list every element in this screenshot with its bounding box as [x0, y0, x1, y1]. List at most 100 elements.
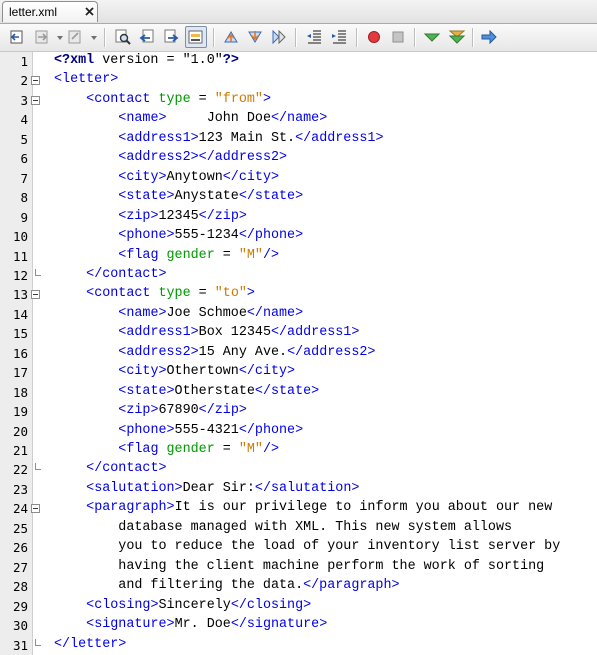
code-line[interactable]: 3 <contact type = "from"> [0, 91, 597, 110]
code-token-tag: <contact [86, 286, 159, 302]
code-token-tag: <salutation> [86, 480, 183, 496]
code-line[interactable]: 5 <address1>123 Main St.</address1> [0, 130, 597, 149]
code-token-kw: <?xml [54, 53, 95, 68]
code-line[interactable]: 4 <name> John Doe</name> [0, 110, 597, 129]
code-line[interactable]: 14 <name>Joe Schmoe</name> [0, 305, 597, 324]
find-icon[interactable] [112, 26, 134, 48]
code-line[interactable]: 13 <contact type = "to"> [0, 285, 597, 304]
code-line[interactable]: 12 </contact> [0, 266, 597, 285]
code-token-text: Sincerely [158, 597, 231, 613]
back-icon[interactable] [6, 26, 28, 48]
code-editor[interactable]: 1 <?xml version = "1.0"?> 2 <letter> 3 <cont… [0, 52, 597, 655]
code-token-tag: </address2> [287, 344, 376, 360]
code-line[interactable]: 20 <phone>555-4321</phone> [0, 422, 597, 441]
fold-toggle-icon[interactable] [31, 504, 40, 514]
code-line[interactable]: 15 <address1>Box 12345</address1> [0, 324, 597, 343]
toggle-bookmark-icon[interactable] [268, 26, 290, 48]
code-line[interactable]: 18 <state>Otherstate</state> [0, 383, 597, 402]
code-token-text: It is our privilege to inform you about … [174, 500, 553, 516]
code-text: database managed with XML. This new syst… [54, 520, 512, 535]
line-number: 6 [20, 151, 28, 167]
code-line[interactable]: 24 <paragraph>It is our privilege to inf… [0, 499, 597, 518]
code-text: <name>Joe Schmoe</name> [54, 306, 303, 321]
code-line[interactable]: 22 </contact> [0, 460, 597, 479]
xsl-transform-icon[interactable] [478, 26, 500, 48]
fold-toggle-icon[interactable] [31, 95, 40, 105]
code-line[interactable]: 21 <flag gender = "M"/> [0, 441, 597, 460]
last-edit-icon[interactable] [64, 26, 86, 48]
fold-toggle-icon[interactable] [31, 76, 40, 86]
code-token-val: "M" [238, 442, 263, 457]
line-number: 30 [12, 618, 28, 634]
code-text: and filtering the data.</paragraph> [54, 578, 399, 593]
validate-xml-icon[interactable] [446, 26, 468, 48]
code-line[interactable]: 31 </letter> [0, 636, 597, 655]
code-line[interactable]: 17 <city>Othertown</city> [0, 363, 597, 382]
fold-toggle-icon[interactable] [31, 290, 40, 300]
code-text: having the client machine perform the wo… [54, 559, 544, 574]
code-line[interactable]: 29 <closing>Sincerely</closing> [0, 597, 597, 616]
forward-history-icon[interactable] [31, 26, 53, 48]
code-token-text: version = [94, 53, 183, 68]
code-token-val: "to" [214, 286, 247, 302]
code-line[interactable]: 8 <state>Anystate</state> [0, 188, 597, 207]
code-text: </letter> [54, 637, 126, 652]
code-line[interactable]: 25 database managed with XML. This new s… [0, 519, 597, 538]
check-xml-icon[interactable] [421, 26, 443, 48]
code-token-tag: </signature> [230, 617, 328, 633]
shift-left-icon[interactable] [303, 26, 325, 48]
code-line[interactable]: 9 <zip>12345</zip> [0, 208, 597, 227]
code-line[interactable]: 11 <flag gender = "M"/> [0, 247, 597, 266]
line-number: 16 [12, 345, 28, 361]
close-icon[interactable] [85, 7, 94, 16]
code-token-text: Mr. Doe [174, 617, 231, 633]
code-text: <state>Otherstate</state> [54, 384, 319, 399]
shift-right-icon[interactable] [328, 26, 350, 48]
code-token-text: John Doe [166, 111, 271, 127]
code-token-text: having the client machine perform the wo… [54, 558, 545, 574]
line-number: 5 [20, 131, 28, 147]
code-line[interactable]: 10 <phone>555-1234</phone> [0, 227, 597, 246]
start-macro-icon[interactable] [363, 26, 385, 48]
code-line[interactable]: 27 having the client machine perform the… [0, 558, 597, 577]
code-token-tag: <contact [86, 91, 159, 107]
code-text: <zip>12345</zip> [54, 209, 247, 224]
code-token-tag: <zip> [118, 208, 159, 224]
code-token-attr: gender [166, 442, 215, 457]
find-previous-icon[interactable] [136, 26, 158, 48]
line-number: 19 [12, 404, 28, 420]
toggle-highlight-icon[interactable] [185, 26, 207, 48]
code-line[interactable]: 16 <address2>15 Any Ave.</address2> [0, 344, 597, 363]
code-token-tag: <closing> [86, 597, 159, 613]
next-bookmark-icon[interactable] [244, 26, 266, 48]
code-token-tag: <phone> [118, 422, 175, 438]
code-line[interactable]: 6 <address2></address2> [0, 149, 597, 168]
tab-letter-xml[interactable]: letter.xml [2, 1, 98, 22]
code-line[interactable]: 1 <?xml version = "1.0"?> [0, 52, 597, 71]
stop-macro-icon[interactable] [387, 26, 409, 48]
code-line[interactable]: 23 <salutation>Dear Sir:</salutation> [0, 480, 597, 499]
code-line[interactable]: 26 you to reduce the load of your invent… [0, 538, 597, 557]
code-token-text: you to reduce the load of your inventory… [54, 539, 561, 555]
code-text: <closing>Sincerely</closing> [54, 598, 311, 613]
code-line[interactable]: 7 <city>Anytown</city> [0, 169, 597, 188]
code-line[interactable]: 2 <letter> [0, 71, 597, 90]
code-line[interactable]: 30 <signature>Mr. Doe</signature> [0, 616, 597, 635]
code-token-text: 123 Main St. [198, 130, 296, 146]
line-number: 11 [12, 248, 28, 264]
code-line[interactable]: 19 <zip>67890</zip> [0, 402, 597, 421]
code-line[interactable]: 28 and filtering the data.</paragraph> [0, 577, 597, 596]
code-token-tag: <address2> [118, 344, 199, 360]
find-next-icon[interactable] [160, 26, 182, 48]
previous-bookmark-icon[interactable] [220, 26, 242, 48]
code-text: <name> John Doe</name> [54, 111, 327, 126]
